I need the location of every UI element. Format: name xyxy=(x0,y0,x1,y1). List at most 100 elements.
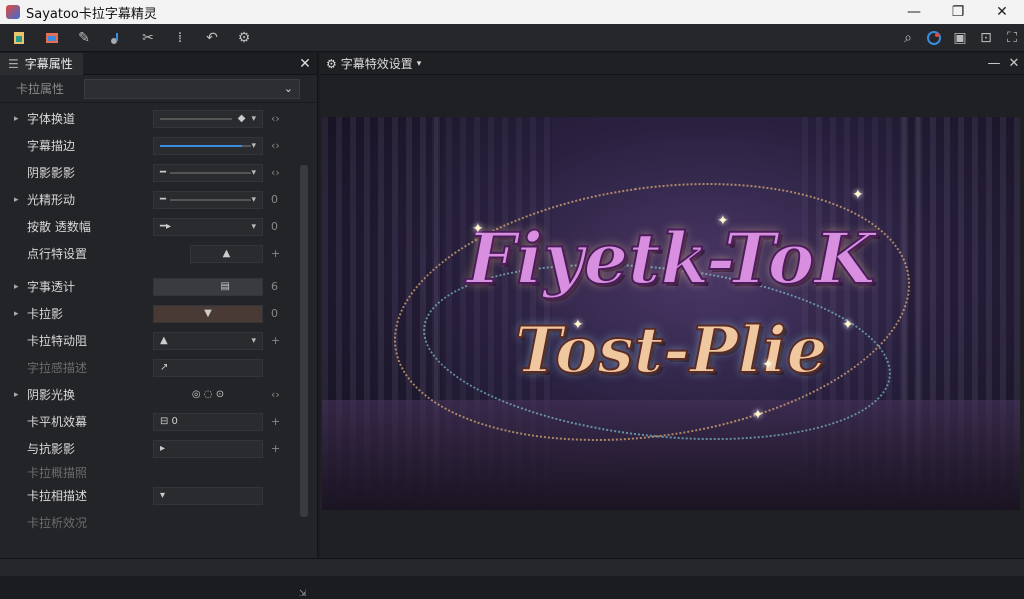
property-row: ▸ 字体换道 ◆ ▾ ‹› xyxy=(0,105,300,132)
property-row: 按散 透数幅 ━▸ ▾ 0 xyxy=(0,213,300,240)
slider-handle[interactable]: ◆ xyxy=(238,113,246,124)
property-row: 卡拉概描照 xyxy=(0,462,300,482)
timing-icon[interactable]: ⁞ xyxy=(166,26,194,50)
keyframe-icon[interactable]: 0 xyxy=(271,193,278,206)
render-icon[interactable]: ⊡ xyxy=(974,26,998,50)
property-label: 按散 透数幅 xyxy=(27,220,91,234)
slider-track[interactable] xyxy=(170,198,252,201)
keyframe-icon[interactable]: ‹› xyxy=(271,139,280,152)
undo-icon[interactable]: ↶ xyxy=(198,26,226,50)
chevron-down-icon[interactable]: ▾ xyxy=(417,59,422,69)
export-icon[interactable]: ▣ xyxy=(948,26,972,50)
menu-icon[interactable]: ☰ xyxy=(8,57,19,71)
restore-button[interactable]: ❐ xyxy=(936,0,980,24)
shape-options[interactable]: ◎ ◌ ⊙ xyxy=(153,386,263,404)
chevron-down-icon[interactable]: ▾ xyxy=(251,168,256,178)
cut-icon[interactable]: ✂ xyxy=(134,26,162,50)
karaoke-properties-header: 卡拉属性 ⌄ xyxy=(0,75,317,103)
close-panel-button[interactable]: ✕ xyxy=(1004,56,1024,71)
property-label: 阴影光换 xyxy=(27,388,76,402)
property-row: ▸ 光精形动 ━ ▾ 0 xyxy=(0,186,300,213)
property-control[interactable]: ▲ xyxy=(190,244,263,263)
tab-subtitle-properties[interactable]: ☰ 字幕属性 xyxy=(0,52,83,75)
property-label: 卡拉析效况 xyxy=(27,516,88,530)
chevron-down-icon[interactable]: ▾ xyxy=(251,336,256,346)
minimize-panel-button[interactable]: — xyxy=(984,56,1004,71)
property-label: 阴影影影 xyxy=(27,166,76,180)
audio-icon[interactable] xyxy=(102,26,130,50)
expand-arrow-icon[interactable]: ▸ xyxy=(14,114,19,124)
subtitle-line-1: Fiyetk-ToK xyxy=(466,216,877,301)
resize-grip-icon[interactable]: ⇲ xyxy=(299,589,307,599)
slider-track[interactable] xyxy=(160,144,252,147)
keyframe-icon[interactable]: ‹› xyxy=(271,112,280,125)
chevron-down-icon[interactable]: ▾ xyxy=(251,222,256,232)
expand-arrow-icon[interactable]: ▸ xyxy=(14,195,19,205)
property-control[interactable]: ↗ xyxy=(153,358,263,377)
chevron-down-icon[interactable]: ▾ xyxy=(251,141,256,151)
edit-icon[interactable]: ✎ xyxy=(70,26,98,50)
effects-panel-header: ⚙ 字幕特效设置 ▾ — ✕ xyxy=(320,53,1024,75)
video-preview[interactable]: Fiyetk-ToK Tost-Plie ✦ ✦ ✦ ✦ ✦ ✦ ✦ xyxy=(322,117,1020,510)
property-list: ▸ 字体换道 ◆ ▾ ‹› 字幕描边 ▾ ‹› 阴影影影 ━ ▾ ‹› ▸ 光精形动… xyxy=(0,105,300,536)
tab-effects-settings[interactable]: 字幕特效设置 xyxy=(341,55,413,72)
property-control[interactable]: ▸ xyxy=(153,439,263,458)
chevron-down-icon[interactable]: ▾ xyxy=(251,114,256,124)
chevron-down-icon: ▼ xyxy=(204,308,212,319)
property-control[interactable]: ▲ ▾ xyxy=(153,331,263,350)
property-control[interactable]: ━ ▾ xyxy=(153,190,263,209)
play-icon: ▸ xyxy=(160,443,166,454)
property-control[interactable]: ▾ xyxy=(153,486,263,505)
expand-arrow-icon[interactable]: ▸ xyxy=(14,309,19,319)
property-control[interactable]: ▾ xyxy=(153,136,263,155)
color-icon[interactable] xyxy=(922,26,946,50)
color-swatch[interactable]: ▼ xyxy=(153,304,263,323)
property-label: 字幕描边 xyxy=(27,139,76,153)
property-label: 卡拉特动阻 xyxy=(27,334,88,348)
property-row: ▸ 阴影光换 ◎ ◌ ⊙ ‹› xyxy=(0,381,300,408)
sparkle-icon: ✦ xyxy=(752,407,764,423)
property-label: 字体换道 xyxy=(27,112,76,126)
keyframe-icon[interactable]: 0 xyxy=(271,220,278,233)
fullscreen-icon[interactable]: ⛶ xyxy=(1000,26,1024,50)
number-field[interactable]: ⊟ 0 xyxy=(153,412,263,431)
curve-icon: ↗ xyxy=(160,362,169,373)
shape-option-icons[interactable]: ◎ ◌ ⊙ xyxy=(192,389,224,400)
add-keyframe-icon[interactable]: + xyxy=(271,247,280,260)
keyframe-icon[interactable]: ‹› xyxy=(271,166,280,179)
property-control[interactable]: ━▸ ▾ xyxy=(153,217,263,236)
new-file-icon[interactable] xyxy=(6,26,34,50)
property-row: 卡拉特动阻 ▲ ▾ + xyxy=(0,327,300,354)
sparkle-icon: ✦ xyxy=(472,221,484,237)
property-control[interactable]: ━ ▾ xyxy=(153,163,263,182)
add-keyframe-icon[interactable]: + xyxy=(271,334,280,347)
slider-track[interactable] xyxy=(170,171,252,174)
chevron-down-icon[interactable]: ▾ xyxy=(251,195,256,205)
expand-arrow-icon[interactable]: ▸ xyxy=(14,282,19,292)
keyframe-icon[interactable]: ‹› xyxy=(271,388,280,401)
add-keyframe-icon[interactable]: + xyxy=(271,415,280,428)
add-keyframe-icon[interactable]: + xyxy=(271,442,280,455)
close-button[interactable]: ✕ xyxy=(980,0,1024,24)
settings-gear-icon[interactable]: ⚙ xyxy=(230,26,258,50)
panel-close-icon[interactable]: ✕ xyxy=(293,56,317,72)
property-control[interactable]: ◆ ▾ xyxy=(153,109,263,128)
property-row: 点行特设置 ▲ + xyxy=(0,240,300,267)
property-control[interactable]: ▤ xyxy=(153,277,263,296)
keyframe-icon[interactable]: 0 xyxy=(271,307,278,320)
property-label: 卡拉影 xyxy=(27,307,64,321)
property-row: ▸ 字事透计 ▤ 6 xyxy=(0,273,300,300)
minimize-button[interactable]: — xyxy=(892,0,936,24)
search-icon[interactable]: ⌕ xyxy=(896,26,920,50)
open-file-icon[interactable] xyxy=(38,26,66,50)
header-dropdown[interactable]: ⌄ xyxy=(84,78,301,99)
keyframe-icon[interactable]: 6 xyxy=(271,280,278,293)
property-label: 点行特设置 xyxy=(27,247,88,261)
subtitle-line-2: Tost-Plie xyxy=(514,312,829,389)
header-label: 卡拉属性 xyxy=(16,82,65,96)
slider-track[interactable] xyxy=(160,117,232,120)
effects-settings-panel: ⚙ 字幕特效设置 ▾ — ✕ Fiyetk-ToK Tost-Plie ✦ ✦ … xyxy=(320,53,1024,558)
property-row: 卡平机效幕 ⊟ 0 + xyxy=(0,408,300,435)
vertical-scrollbar[interactable] xyxy=(300,165,308,517)
expand-arrow-icon[interactable]: ▸ xyxy=(14,390,19,400)
